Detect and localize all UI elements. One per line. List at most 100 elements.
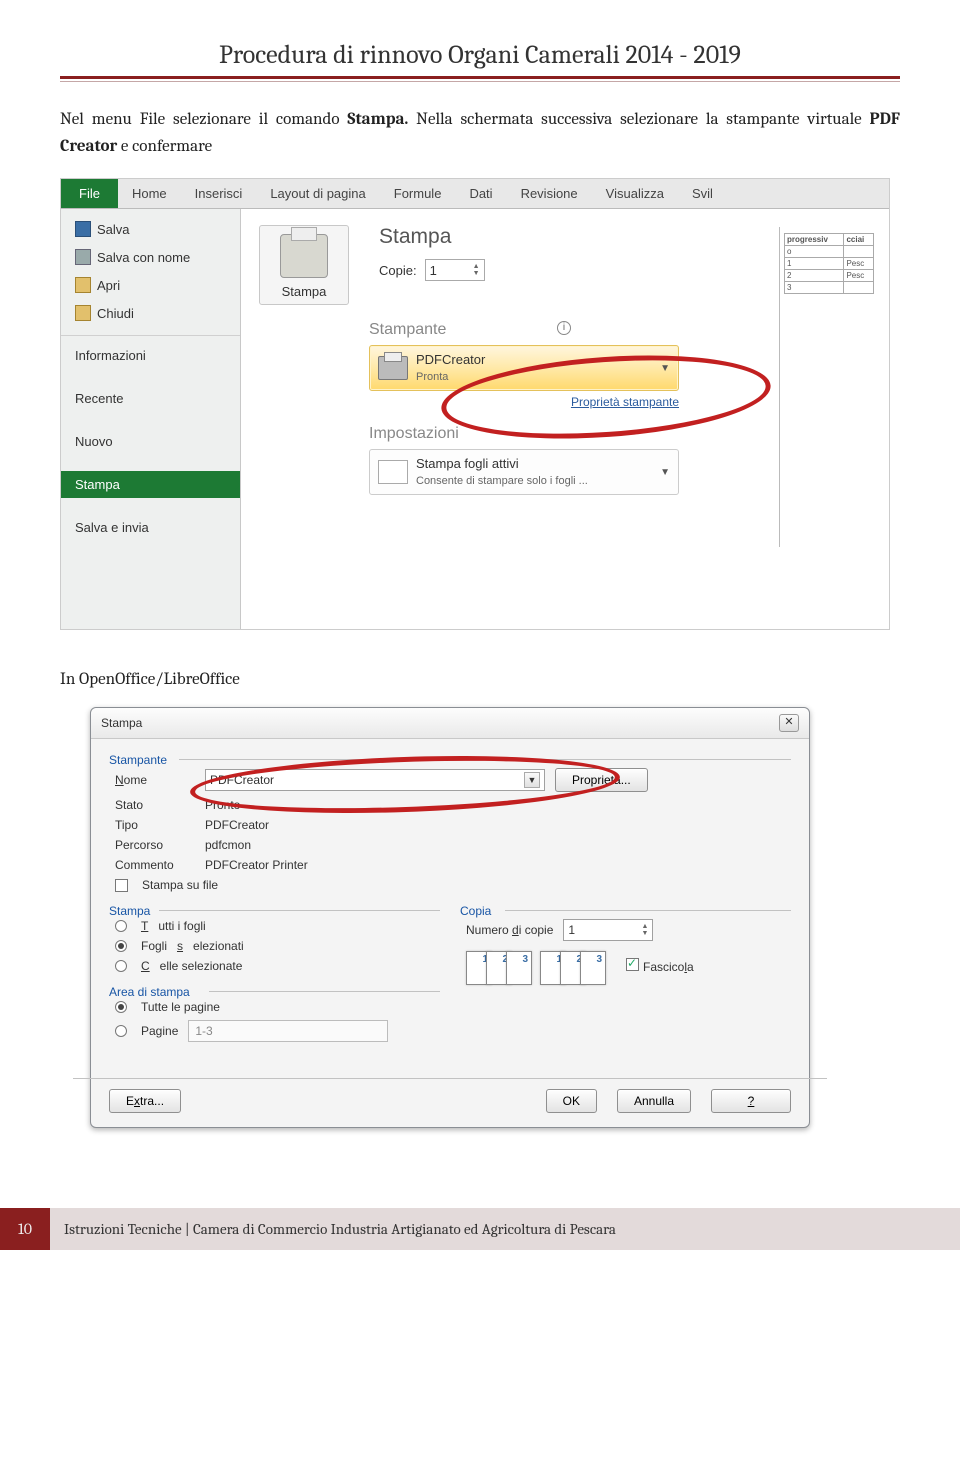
collate-illustration: 123 123	[466, 951, 606, 985]
percorso-value: pdfcmon	[205, 838, 251, 852]
close-button[interactable]: ✕	[779, 714, 799, 732]
openoffice-screenshot: Stampa ✕ Stampante Nome PDFCreator ▼	[60, 707, 890, 1128]
sidebar-item-stampa[interactable]: Stampa	[61, 471, 240, 498]
page-footer: 10 Istruzioni Tecniche | Camera di Comme…	[0, 1208, 960, 1250]
lbl: Chiudi	[97, 306, 134, 321]
print-button[interactable]: Stampa	[259, 225, 349, 305]
nome-label: Nome	[115, 773, 195, 787]
fieldset-stampa: Stampa Tutti i fogli Fogli selezionati C…	[109, 904, 440, 973]
info-icon[interactable]: i	[557, 321, 571, 335]
dialog-titlebar: Stampa ✕	[91, 708, 809, 739]
lbl: Tutte le pagine	[141, 1000, 220, 1014]
tab-layout[interactable]: Layout di pagina	[256, 179, 379, 208]
extra-button[interactable]: Extra...	[109, 1089, 181, 1113]
radio-tutti[interactable]: Tutti i fogli	[115, 919, 440, 933]
print-preview: progressivcciai o 1Pesc 2Pesc 3	[779, 227, 889, 547]
open-icon	[75, 277, 91, 293]
pages-input[interactable]: 1-3	[188, 1020, 388, 1042]
backstage-sidebar: Salva Salva con nome Apri Chiudi Informa…	[61, 209, 241, 629]
help-button[interactable]: ?	[711, 1089, 791, 1113]
printer-name: PDFCreator	[416, 352, 485, 367]
sidebar-item-nuovo[interactable]: Nuovo	[61, 428, 240, 455]
lbl: Informazioni	[75, 348, 146, 363]
tab-visualizza[interactable]: Visualizza	[592, 179, 678, 208]
print-heading: Stampa	[379, 225, 485, 249]
annulla-button[interactable]: Annulla	[617, 1089, 691, 1113]
radio-pagine[interactable]: Pagine 1-3	[115, 1020, 440, 1042]
lbl: Salva e invia	[75, 520, 149, 535]
legend-copia: Copia	[460, 904, 497, 918]
chevron-down-icon: ▼	[660, 467, 670, 478]
checkbox-stampa-file[interactable]	[115, 879, 128, 892]
tab-svil[interactable]: Svil	[678, 179, 727, 208]
tab-inserisci[interactable]: Inserisci	[181, 179, 257, 208]
percorso-label: Percorso	[115, 838, 195, 852]
radio-celle[interactable]: Celle selezionate	[115, 959, 440, 973]
p1-c: Nella schermata successiva selezionare l…	[408, 110, 869, 129]
legend-stampa: Stampa	[109, 904, 156, 918]
radio-tutte-pagine[interactable]: Tutte le pagine	[115, 1000, 440, 1014]
stampa-su-file-row[interactable]: Stampa su file	[115, 878, 791, 892]
fieldset-copia: Copia Numero di copie 1 ▲▼	[460, 904, 791, 985]
tab-formule[interactable]: Formule	[380, 179, 456, 208]
num-copie-label: Numero di copie	[466, 923, 553, 937]
printer-icon	[280, 234, 328, 278]
preview-table: progressivcciai o 1Pesc 2Pesc 3	[784, 233, 874, 294]
saveas-icon	[75, 249, 91, 265]
ok-button[interactable]: OK	[546, 1089, 597, 1113]
sidebar-item-salvacon[interactable]: Salva con nome	[61, 243, 240, 271]
num-copie-input[interactable]: 1 ▲▼	[563, 919, 653, 941]
tab-revisione[interactable]: Revisione	[507, 179, 592, 208]
commento-value: PDFCreator Printer	[205, 858, 308, 872]
sidebar-item-chiudi[interactable]: Chiudi	[61, 299, 240, 327]
dialog-title: Stampa	[101, 716, 779, 730]
sidebar-item-recente[interactable]: Recente	[61, 385, 240, 412]
printer-small-icon	[378, 356, 408, 380]
backstage-main: Stampa Stampa Copie: 1 ▲▼	[241, 209, 889, 629]
copies-label: Copie:	[379, 263, 417, 278]
legend-stampante: Stampante	[109, 753, 173, 767]
intro-paragraph: Nel menu File selezionare il comando Sta…	[60, 106, 900, 160]
lbl: Stampa	[75, 477, 120, 492]
excel-screenshot: File Home Inserisci Layout di pagina For…	[60, 178, 890, 630]
fieldset-area: Area di stampa Tutte le pagine Pagine 1-…	[109, 985, 440, 1042]
radio-fogli-selezionati[interactable]: Fogli selezionati	[115, 939, 440, 953]
sidebar-item-salva[interactable]: Salva	[61, 215, 240, 243]
sidebar-item-salvainvia[interactable]: Salva e invia	[61, 514, 240, 541]
p1-a: Nel menu File selezionare il comando	[60, 110, 347, 129]
save-icon	[75, 221, 91, 237]
tab-dati[interactable]: Dati	[455, 179, 506, 208]
page-number: 10	[0, 1208, 50, 1250]
close-icon	[75, 305, 91, 321]
tipo-label: Tipo	[115, 818, 195, 832]
spinner-icon[interactable]: ▲▼	[641, 923, 648, 937]
sidebar-item-apri[interactable]: Apri	[61, 271, 240, 299]
setting-sub: Consente di stampare solo i fogli ...	[416, 475, 588, 487]
fascicola-check[interactable]: Fascicola	[626, 958, 694, 974]
sidebar-item-informazioni[interactable]: Informazioni	[61, 335, 240, 369]
lbl: Pagine	[141, 1024, 178, 1038]
p1-e: e confermare	[117, 137, 212, 156]
tab-home[interactable]: Home	[118, 179, 181, 208]
spinner-icon[interactable]: ▲▼	[473, 263, 480, 277]
lbl: Stampa	[282, 284, 327, 299]
legend-area: Area di stampa	[109, 985, 196, 999]
tipo-value: PDFCreator	[205, 818, 269, 832]
page-title: Procedura di rinnovo Organi Camerali 201…	[60, 40, 900, 76]
lbl: Salva con nome	[97, 250, 190, 265]
sheet-icon	[378, 460, 408, 484]
settings-dropdown[interactable]: Stampa fogli attivi Consente di stampare…	[369, 449, 679, 495]
copies-input[interactable]: 1 ▲▼	[425, 259, 485, 281]
mid-text: In OpenOffice/LibreOffice	[60, 670, 900, 689]
printer-status: Pronta	[416, 371, 448, 383]
lbl: Recente	[75, 391, 123, 406]
lbl: Stampa su file	[142, 878, 218, 892]
radio-icon	[115, 940, 127, 952]
lbl: Apri	[97, 278, 120, 293]
tab-file[interactable]: File	[61, 179, 118, 208]
title-underline	[60, 76, 900, 82]
p1-b: Stampa.	[347, 110, 408, 129]
setting-title: Stampa fogli attivi	[416, 456, 519, 471]
stato-label: Stato	[115, 798, 195, 812]
radio-icon	[115, 1025, 127, 1037]
